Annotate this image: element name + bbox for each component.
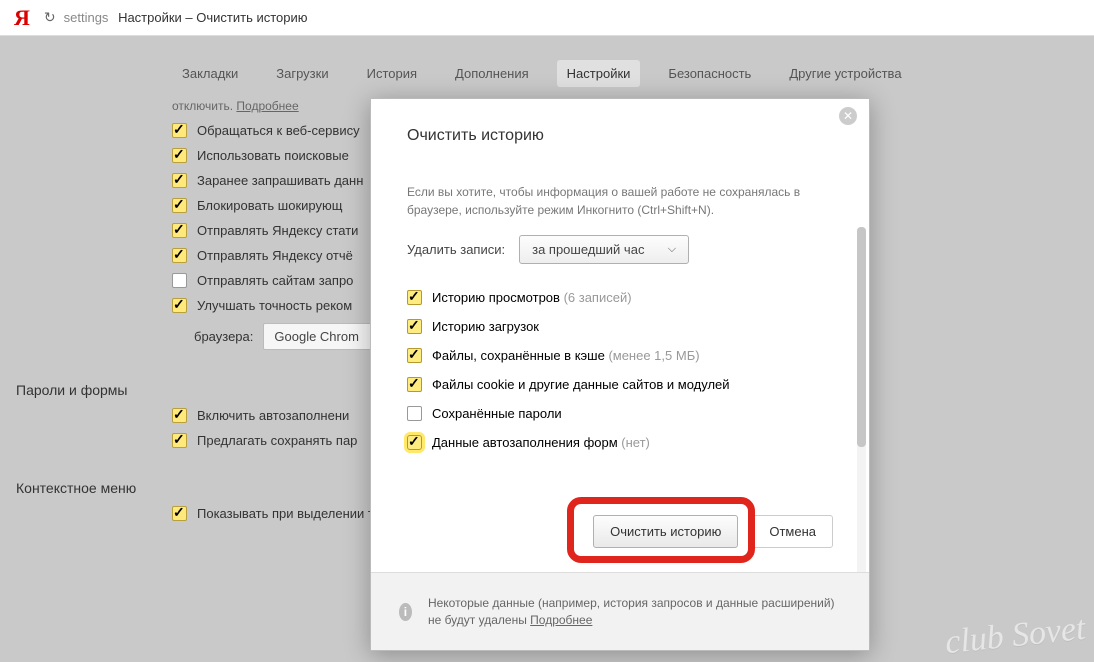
option-label: Отправлять Яндексу стати — [197, 223, 358, 238]
modal-info-bar: i Некоторые данные (например, история за… — [371, 572, 869, 650]
url-prefix: settings — [64, 10, 109, 25]
option-label: Обращаться к веб-сервису — [197, 123, 360, 138]
option-label: Предлагать сохранять пар — [197, 433, 357, 448]
checkbox-icon[interactable] — [172, 223, 187, 238]
clear-item[interactable]: Сохранённые пароли — [407, 406, 833, 421]
checkbox-icon[interactable] — [172, 123, 187, 138]
checkbox-icon[interactable] — [172, 506, 187, 521]
item-suffix: (менее 1,5 МБ) — [608, 348, 699, 363]
item-suffix: (6 записей) — [564, 290, 632, 305]
info-link[interactable]: Подробнее — [530, 613, 592, 627]
checkbox-icon[interactable] — [407, 348, 422, 363]
checkbox-icon[interactable] — [407, 377, 422, 392]
tab-история[interactable]: История — [357, 60, 427, 87]
checkbox-icon[interactable] — [407, 406, 422, 421]
hint-prefix: отключить. — [172, 99, 233, 113]
item-label: Файлы, сохранённые в кэше (менее 1,5 МБ) — [432, 348, 700, 363]
cancel-button[interactable]: Отмена — [752, 515, 833, 548]
checkbox-icon[interactable] — [407, 290, 422, 305]
tab-безопасность[interactable]: Безопасность — [658, 60, 761, 87]
option-label: Улучшать точность реком — [197, 298, 352, 313]
tab-дополнения[interactable]: Дополнения — [445, 60, 539, 87]
period-value: за прошедший час — [532, 242, 644, 257]
item-label: Историю просмотров (6 записей) — [432, 290, 632, 305]
chevron-down-icon: ⌵ — [668, 243, 676, 256]
option-label: Включить автозаполнени — [197, 408, 349, 423]
info-icon: i — [399, 603, 412, 621]
checkbox-icon[interactable] — [407, 435, 422, 450]
tab-загрузки[interactable]: Загрузки — [266, 60, 338, 87]
delete-label: Удалить записи: — [407, 242, 505, 257]
modal-footer: Очистить историю Отмена — [371, 490, 869, 572]
info-text: Некоторые данные (например, история запр… — [428, 596, 835, 627]
checkbox-icon[interactable] — [407, 319, 422, 334]
address-bar: Я ↻ settings Настройки – Очистить истори… — [0, 0, 1094, 36]
checkbox-icon[interactable] — [172, 298, 187, 313]
checkbox-icon[interactable] — [172, 198, 187, 213]
delete-period-row: Удалить записи: за прошедший час ⌵ — [407, 235, 833, 264]
tab-закладки[interactable]: Закладки — [172, 60, 248, 87]
item-label: Сохранённые пароли — [432, 406, 562, 421]
modal-hint: Если вы хотите, чтобы информация о вашей… — [407, 183, 833, 219]
checkbox-icon[interactable] — [172, 433, 187, 448]
browser-label: браузера: — [194, 329, 253, 344]
option-label: Заранее запрашивать данн — [197, 173, 363, 188]
option-label: Отправлять сайтам запро — [197, 273, 353, 288]
clear-item[interactable]: Данные автозаполнения форм (нет) — [407, 435, 833, 450]
checkbox-icon[interactable] — [172, 148, 187, 163]
reload-icon[interactable]: ↻ — [44, 9, 56, 26]
tab-настройки[interactable]: Настройки — [557, 60, 641, 87]
item-label: Данные автозаполнения форм (нет) — [432, 435, 650, 450]
tab-другие устройства[interactable]: Другие устройства — [779, 60, 911, 87]
option-label: Блокировать шокирующ — [197, 198, 342, 213]
clear-item[interactable]: Историю загрузок — [407, 319, 833, 334]
item-label: Историю загрузок — [432, 319, 539, 334]
clear-item[interactable]: Файлы, сохранённые в кэше (менее 1,5 МБ) — [407, 348, 833, 363]
checkbox-icon[interactable] — [172, 173, 187, 188]
item-label: Файлы cookie и другие данные сайтов и мо… — [432, 377, 730, 392]
hint-link[interactable]: Подробнее — [236, 99, 298, 113]
modal-title: Очистить историю — [407, 127, 869, 145]
checkbox-icon[interactable] — [172, 408, 187, 423]
option-label: Отправлять Яндексу отчё — [197, 248, 353, 263]
clear-item[interactable]: Историю просмотров (6 записей) — [407, 290, 833, 305]
checkbox-icon[interactable] — [172, 248, 187, 263]
option-label: Использовать поисковые — [197, 148, 349, 163]
settings-tabs: Закладки Загрузки История Дополнения Настрой… — [0, 36, 1094, 99]
close-icon[interactable]: ✕ — [839, 107, 857, 125]
yandex-logo: Я — [8, 5, 36, 31]
clear-history-modal: ✕ Очистить историю Если вы хотите, чтобы… — [370, 98, 870, 651]
browser-select[interactable]: Google Chrom — [263, 323, 382, 350]
url-title: Настройки – Очистить историю — [118, 10, 307, 25]
clear-history-button[interactable]: Очистить историю — [593, 515, 738, 548]
checkbox-icon[interactable] — [172, 273, 187, 288]
clear-item[interactable]: Файлы cookie и другие данные сайтов и мо… — [407, 377, 833, 392]
url-display[interactable]: settings Настройки – Очистить историю — [64, 10, 308, 25]
period-dropdown[interactable]: за прошедший час ⌵ — [519, 235, 689, 264]
item-suffix: (нет) — [621, 435, 650, 450]
